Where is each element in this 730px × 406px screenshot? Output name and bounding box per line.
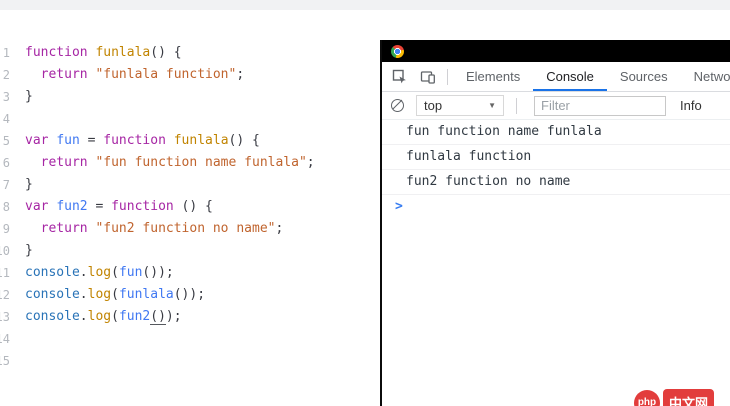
php-logo-icon: php [634,390,660,406]
context-selector-value: top [424,98,442,113]
code-text: return "funlala function"; [10,64,244,86]
toolbar-separator [516,98,517,114]
toolbar-separator [447,69,448,85]
line-number: 1 [0,42,10,64]
console-message: funlala function [382,145,730,170]
code-text: return "fun function name funlala"; [10,152,315,174]
code-line: 14 [0,328,380,350]
code-text: return "fun2 function no name"; [10,218,283,240]
code-line: 6 return "fun function name funlala"; [0,152,380,174]
watermark-php-cn: php 中文网 [634,389,714,406]
code-text: console.log(funlala()); [10,284,205,306]
code-line: 8var fun2 = function () { [0,196,380,218]
screen: 1function funlala() {2 return "funlala f… [0,0,730,406]
code-text: } [10,240,33,262]
tab-console[interactable]: Console [533,62,607,91]
code-line: 11console.log(fun()); [0,262,380,284]
line-number: 10 [0,240,10,262]
line-number: 9 [0,218,10,240]
log-level-dropdown[interactable]: Info [680,98,702,113]
line-number: 3 [0,86,10,108]
code-text [10,328,25,350]
line-number: 5 [0,130,10,152]
inspect-element-icon[interactable] [386,62,414,91]
filter-input[interactable] [534,96,666,116]
chevron-down-icon: ▼ [488,101,496,110]
code-lines: 1function funlala() {2 return "funlala f… [0,42,380,372]
tab-network[interactable]: Network [681,62,730,91]
code-line: 3} [0,86,380,108]
line-number: 2 [0,64,10,86]
console-prompt[interactable]: > [382,195,730,219]
code-text: var fun = function funlala() { [10,130,260,152]
console-toolbar: top ▼ Info [382,92,730,120]
tab-elements[interactable]: Elements [453,62,533,91]
watermark-text: 中文网 [663,389,714,406]
console-message: fun2 function no name [382,170,730,195]
line-number: 11 [0,262,10,284]
code-editor[interactable]: 1function funlala() {2 return "funlala f… [0,10,380,406]
code-text: function funlala() { [10,42,182,64]
clear-console-icon[interactable] [391,99,404,112]
code-line: 2 return "funlala function"; [0,64,380,86]
code-text: console.log(fun()); [10,262,174,284]
line-number: 13 [0,306,10,328]
console-message: fun function name funlala [382,120,730,145]
chrome-icon [391,45,404,58]
tab-sources[interactable]: Sources [607,62,681,91]
code-line: 4 [0,108,380,130]
line-number: 14 [0,328,10,350]
code-line: 1function funlala() { [0,42,380,64]
code-line: 15 [0,350,380,372]
devtools-tabbar: ElementsConsoleSourcesNetwork [382,62,730,92]
code-line: 12console.log(funlala()); [0,284,380,306]
code-text: } [10,174,33,196]
code-text [10,350,25,372]
devtools-window: ElementsConsoleSourcesNetwork top ▼ Info… [380,40,730,406]
devtools-titlebar [382,40,730,62]
devtools-tabs: ElementsConsoleSourcesNetwork [453,62,730,91]
line-number: 6 [0,152,10,174]
line-number: 15 [0,350,10,372]
code-line: 10} [0,240,380,262]
top-strip [0,0,730,10]
console-messages: fun function name funlalafunlala functio… [382,120,730,195]
code-text [10,108,25,130]
line-number: 12 [0,284,10,306]
code-line: 5var fun = function funlala() { [0,130,380,152]
code-text: } [10,86,33,108]
line-number: 7 [0,174,10,196]
line-number: 8 [0,196,10,218]
context-selector-dropdown[interactable]: top ▼ [416,95,504,116]
device-toolbar-icon[interactable] [414,62,442,91]
code-line: 9 return "fun2 function no name"; [0,218,380,240]
code-line: 13console.log(fun2()); [0,306,380,328]
code-line: 7} [0,174,380,196]
line-number: 4 [0,108,10,130]
code-text: var fun2 = function () { [10,196,213,218]
code-text: console.log(fun2()); [10,306,182,328]
